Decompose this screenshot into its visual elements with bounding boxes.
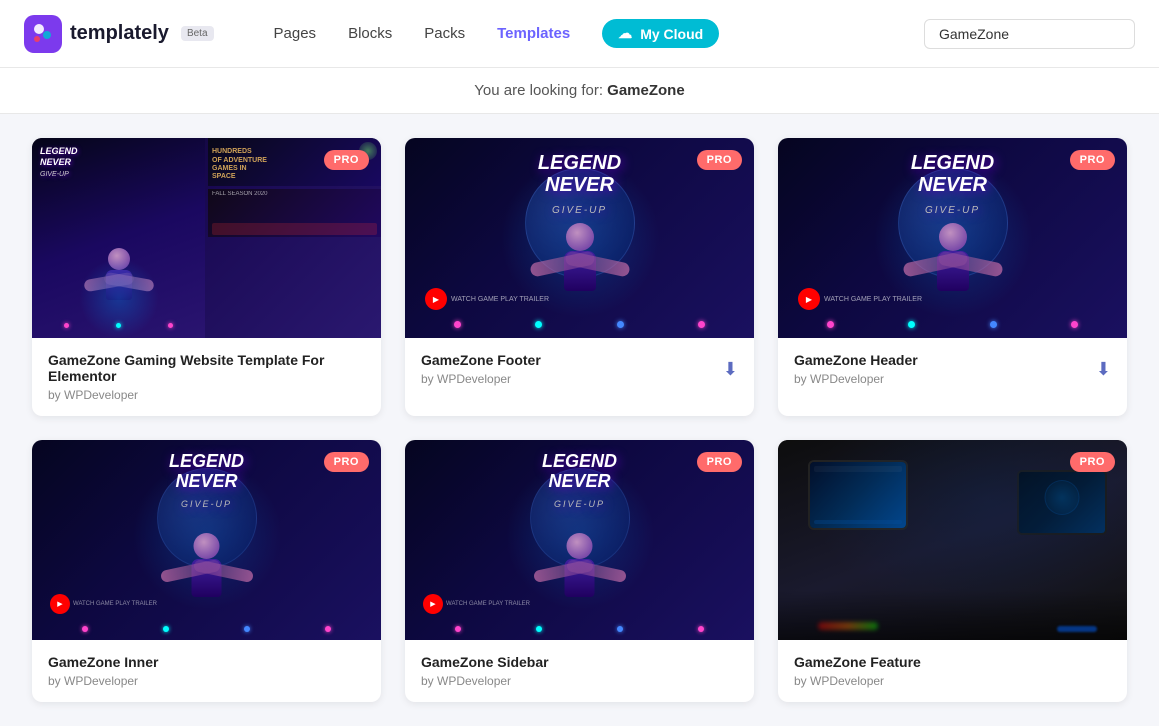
- card-image-6: PRO: [778, 440, 1127, 640]
- template-card-5[interactable]: LEGENDNEVERGIVE-UP ▶ WATCH GAME PLAY TRA…: [405, 440, 754, 702]
- template-card-1[interactable]: LEGENDNEVERGIVE-UP: [32, 138, 381, 416]
- nav-packs[interactable]: Packs: [424, 25, 465, 42]
- card-info-4: GameZone Inner by WPDeveloper: [32, 640, 381, 702]
- search-banner: You are looking for: GameZone: [0, 68, 1159, 114]
- card-image-2: LEGENDNEVERGIVE-UP ▶ WATCH GAME PLAY TRA…: [405, 138, 754, 338]
- card-info-1: GameZone Gaming Website Template For Ele…: [32, 338, 381, 416]
- card-author-6: by WPDeveloper: [794, 674, 921, 688]
- pro-badge-1: PRO: [324, 150, 369, 170]
- card-title-6: GameZone Feature: [794, 654, 921, 670]
- logo-icon: [24, 15, 62, 53]
- card-author-2: by WPDeveloper: [421, 372, 541, 386]
- logo-area[interactable]: templately Beta: [24, 15, 214, 53]
- main-nav: Pages Blocks Packs Templates ☁ My Cloud: [274, 19, 884, 48]
- pro-badge-4: PRO: [324, 452, 369, 472]
- template-grid: LEGENDNEVERGIVE-UP: [0, 114, 1159, 726]
- card-title-3: GameZone Header: [794, 352, 918, 368]
- search-input[interactable]: [924, 19, 1135, 49]
- cloud-icon: ☁: [618, 25, 632, 42]
- card-image-3: LEGENDNEVERGIVE-UP ▶ WATCH GAME PLAY TRA…: [778, 138, 1127, 338]
- card-info-2: GameZone Footer by WPDeveloper ⬇: [405, 338, 754, 400]
- my-cloud-label: My Cloud: [640, 26, 703, 42]
- pro-badge-2: PRO: [697, 150, 742, 170]
- search-query: GameZone: [607, 82, 685, 99]
- logo-text: templately: [70, 22, 169, 45]
- card-author-1: by WPDeveloper: [48, 388, 365, 402]
- header: templately Beta Pages Blocks Packs Templ…: [0, 0, 1159, 68]
- nav-blocks[interactable]: Blocks: [348, 25, 392, 42]
- template-card-2[interactable]: LEGENDNEVERGIVE-UP ▶ WATCH GAME PLAY TRA…: [405, 138, 754, 416]
- card-title-1: GameZone Gaming Website Template For Ele…: [48, 352, 365, 384]
- pro-badge-6: PRO: [1070, 452, 1115, 472]
- card-author-4: by WPDeveloper: [48, 674, 158, 688]
- card-author-5: by WPDeveloper: [421, 674, 549, 688]
- card-image-1: LEGENDNEVERGIVE-UP: [32, 138, 381, 338]
- template-card-6[interactable]: PRO GameZone Feature by WPDeveloper: [778, 440, 1127, 702]
- template-card-4[interactable]: LEGENDNEVERGIVE-UP ▶ WATCH GAME PLAY TRA…: [32, 440, 381, 702]
- card-info-6: GameZone Feature by WPDeveloper: [778, 640, 1127, 702]
- card-title-2: GameZone Footer: [421, 352, 541, 368]
- download-button-2[interactable]: ⬇: [723, 359, 738, 380]
- pro-badge-5: PRO: [697, 452, 742, 472]
- card-title-5: GameZone Sidebar: [421, 654, 549, 670]
- card-title-4: GameZone Inner: [48, 654, 158, 670]
- card-image-4: LEGENDNEVERGIVE-UP ▶ WATCH GAME PLAY TRA…: [32, 440, 381, 640]
- nav-pages[interactable]: Pages: [274, 25, 317, 42]
- card-info-3: GameZone Header by WPDeveloper ⬇: [778, 338, 1127, 400]
- card-image-5: LEGENDNEVERGIVE-UP ▶ WATCH GAME PLAY TRA…: [405, 440, 754, 640]
- search-prefix: You are looking for:: [474, 82, 607, 99]
- my-cloud-button[interactable]: ☁ My Cloud: [602, 19, 719, 48]
- template-card-3[interactable]: LEGENDNEVERGIVE-UP ▶ WATCH GAME PLAY TRA…: [778, 138, 1127, 416]
- card-info-5: GameZone Sidebar by WPDeveloper: [405, 640, 754, 702]
- nav-templates[interactable]: Templates: [497, 25, 570, 42]
- pro-badge-3: PRO: [1070, 150, 1115, 170]
- beta-badge: Beta: [181, 26, 214, 41]
- download-button-3[interactable]: ⬇: [1096, 359, 1111, 380]
- card-author-3: by WPDeveloper: [794, 372, 918, 386]
